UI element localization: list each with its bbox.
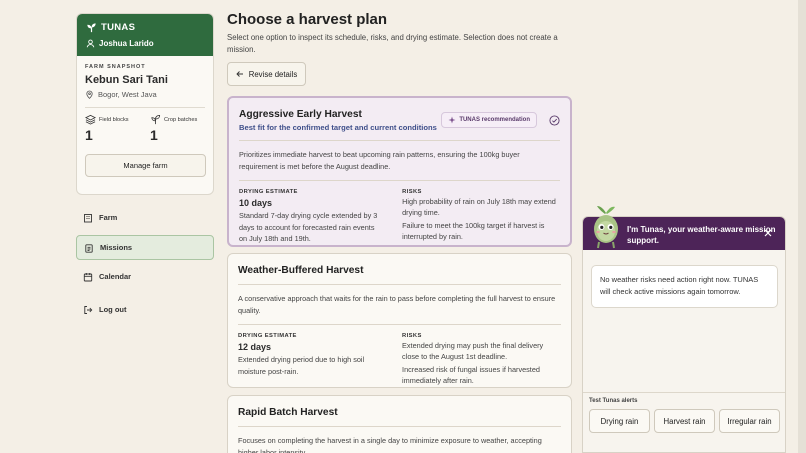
plan-title: Rapid Batch Harvest <box>238 407 338 418</box>
plan-title: Weather-Buffered Harvest <box>238 265 364 276</box>
drying-estimate-value: 10 days <box>239 198 273 209</box>
stat-crop-batches: Crop batches 1 <box>150 114 205 143</box>
plan-description: Focuses on completing the harvest in a s… <box>238 436 542 453</box>
check-circle-icon <box>549 115 560 126</box>
stat-label: Crop batches <box>164 116 198 123</box>
clipboard-icon <box>85 243 93 253</box>
plan-card-rapid-batch[interactable]: Rapid Batch Harvest Focuses on completin… <box>227 395 572 453</box>
plan-description: Prioritizes immediate harvest to beat up… <box>239 150 520 171</box>
divider <box>239 140 560 141</box>
risk-item: Increased risk of fungal issues if harve… <box>402 365 540 386</box>
building-icon <box>84 213 92 222</box>
scrollbar[interactable] <box>798 0 806 453</box>
close-icon[interactable] <box>763 228 773 238</box>
stat-value: 1 <box>85 127 93 143</box>
sidebar-item-farm[interactable]: Farm <box>76 205 214 230</box>
tunas-chat-panel: I'm Tunas, your weather-aware mission su… <box>582 216 786 453</box>
chat-title: I'm Tunas, your weather-aware mission su… <box>627 225 776 246</box>
user-name: Joshua Larido <box>99 39 154 48</box>
sidebar-item-label: Farm <box>99 213 118 222</box>
sparkle-icon <box>448 116 456 124</box>
chat-message: No weather risks need action right now. … <box>591 265 778 308</box>
risk-item: High probability of rain on July 18th ma… <box>402 197 556 218</box>
irregular-rain-button[interactable]: Irregular rain <box>719 409 780 433</box>
divider <box>238 426 561 427</box>
tunas-mascot-icon <box>594 206 618 249</box>
divider <box>85 107 205 108</box>
drying-estimate: DRYING ESTIMATE 10 days Standard 7-day d… <box>239 189 382 244</box>
farm-snapshot-label: FARM SNAPSHOT <box>85 64 146 70</box>
farm-location-text: Bogor, West Java <box>98 90 157 99</box>
divider <box>238 324 561 326</box>
sprout-icon <box>151 114 161 125</box>
plan-card-aggressive[interactable]: Aggressive Early Harvest Best fit for th… <box>227 96 572 247</box>
logout-icon <box>84 305 93 314</box>
drying-rain-button[interactable]: Drying rain <box>589 409 650 433</box>
sprout-icon <box>87 23 96 33</box>
plan-description: A conservative approach that waits for t… <box>238 294 556 315</box>
user-icon <box>86 39 95 48</box>
stat-field-blocks: Field blocks 1 <box>85 114 140 143</box>
sidebar-item-logout[interactable]: Log out <box>76 297 214 322</box>
risks-label: RISKS <box>402 333 422 340</box>
test-alerts-section: Test Tunas alerts Drying rain Harvest ra… <box>583 392 785 438</box>
risk-item: Failure to meet the 100kg target if harv… <box>402 221 545 242</box>
drying-estimate-value: 12 days <box>238 342 272 353</box>
sidebar-item-calendar[interactable]: Calendar <box>76 264 214 289</box>
stat-value: 1 <box>150 127 158 143</box>
drying-estimate-text: Extended drying period due to high soil … <box>238 355 365 376</box>
page-subtitle: Select one option to inspect its schedul… <box>227 33 558 55</box>
farm-name: Kebun Sari Tani <box>85 74 168 86</box>
plan-card-weather-buffered[interactable]: Weather-Buffered Harvest A conservative … <box>227 253 572 388</box>
farm-card-header: TUNAS Joshua Larido <box>77 14 213 56</box>
recommendation-badge: TUNAS recommendation <box>441 112 537 128</box>
farm-location: Bogor, West Java <box>85 90 205 99</box>
drying-estimate-label: DRYING ESTIMATE <box>238 333 297 340</box>
calendar-icon <box>83 272 93 281</box>
badge-label: TUNAS recommendation <box>459 117 530 123</box>
brand-logo[interactable]: TUNAS <box>86 22 204 33</box>
stat-label: Field blocks <box>99 116 129 123</box>
sidebar-item-missions[interactable]: Missions <box>76 235 214 260</box>
divider <box>239 180 560 182</box>
layers-icon <box>85 114 96 125</box>
drying-estimate: DRYING ESTIMATE 12 days Extended drying … <box>238 333 382 387</box>
user-profile[interactable]: Joshua Larido <box>86 39 204 48</box>
risk-item: Extended drying may push the final deliv… <box>402 341 544 362</box>
location-pin-icon <box>86 90 93 99</box>
revise-label: Revise details <box>248 69 298 79</box>
manage-farm-button[interactable]: Manage farm <box>85 154 206 177</box>
harvest-rain-button[interactable]: Harvest rain <box>654 409 715 433</box>
farm-snapshot-card: TUNAS Joshua Larido FARM SNAPSHOT Kebun … <box>76 13 214 195</box>
drying-estimate-label: DRYING ESTIMATE <box>239 189 298 196</box>
arrow-left-icon <box>236 71 243 77</box>
brand-name: TUNAS <box>101 22 136 33</box>
sidebar-item-label: Calendar <box>99 272 132 281</box>
risks: RISKS Extended drying may push the final… <box>402 333 561 387</box>
risks-label: RISKS <box>402 189 422 196</box>
sidebar-item-label: Missions <box>100 243 133 252</box>
page-title: Choose a harvest plan <box>227 11 388 28</box>
divider <box>238 284 561 285</box>
risks: RISKS High probability of rain on July 1… <box>402 189 560 244</box>
revise-details-button[interactable]: Revise details <box>227 62 306 86</box>
drying-estimate-text: Standard 7-day drying cycle extended by … <box>239 211 378 243</box>
sidebar-item-label: Log out <box>99 305 127 314</box>
test-alerts-label: Test Tunas alerts <box>589 398 638 404</box>
